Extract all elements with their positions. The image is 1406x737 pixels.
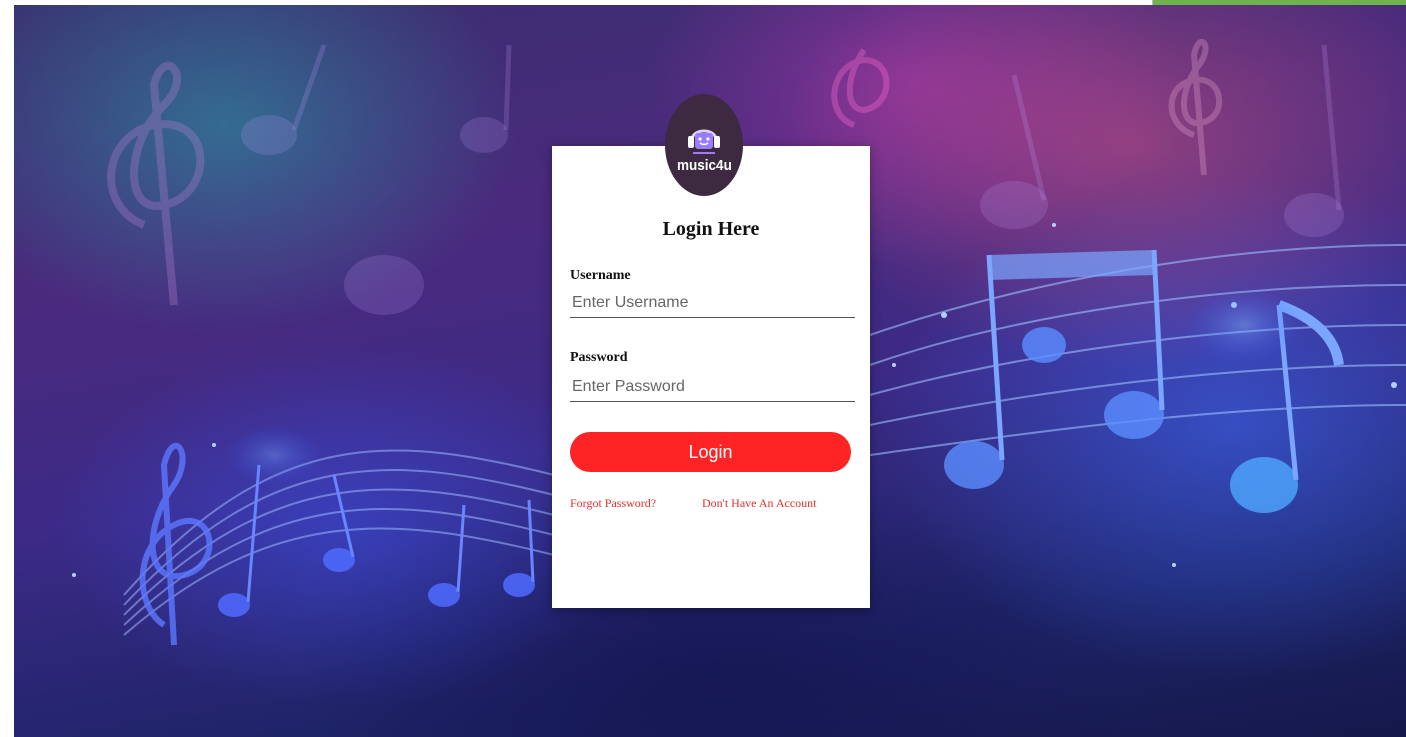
brand-logo: music4u (665, 94, 743, 196)
signup-link[interactable]: Don't Have An Account (702, 496, 816, 511)
brand-name: music4u (676, 157, 732, 174)
login-title: Login Here (662, 218, 760, 240)
forgot-password-link[interactable]: Forgot Password? (570, 496, 656, 511)
username-input[interactable] (570, 288, 855, 318)
headphones-robot-icon (688, 129, 720, 154)
password-label: Password (570, 350, 628, 365)
login-button[interactable]: Login (570, 432, 851, 472)
username-label: Username (570, 268, 631, 283)
password-input[interactable] (570, 372, 855, 402)
login-card: Login Here Username Password Login Forgo… (552, 146, 870, 608)
